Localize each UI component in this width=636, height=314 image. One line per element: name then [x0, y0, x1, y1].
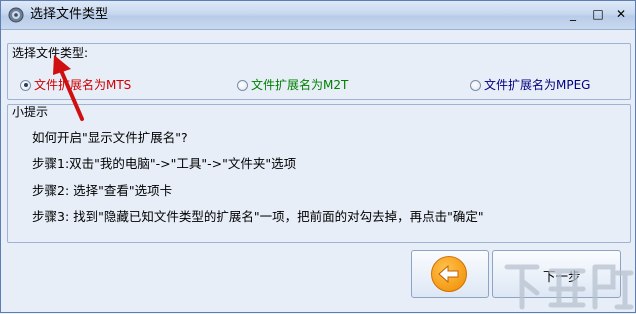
radio-mpeg[interactable]: 文件扩展名为MPEG	[470, 77, 590, 93]
tip-line-step3: 步骤3: 找到"隐藏已知文件类型的扩展名"一项，把前面的对勾去掉，再点击"确定"	[32, 209, 484, 224]
radio-mts-circle[interactable]	[20, 79, 31, 91]
watermark-logo	[504, 264, 634, 310]
radio-mts-label[interactable]: 文件扩展名为MTS	[34, 78, 131, 92]
radio-m2t-label[interactable]: 文件扩展名为M2T	[251, 78, 348, 92]
left-arrow-icon	[438, 264, 459, 284]
back-circle	[431, 256, 467, 292]
file-type-legend: 选择文件类型:	[11, 46, 90, 60]
radio-m2t-circle[interactable]	[237, 79, 248, 91]
radio-mpeg-circle[interactable]	[470, 79, 481, 91]
title-bar[interactable]: 选择文件类型 _ □ ✕	[1, 1, 635, 30]
radio-mts[interactable]: 文件扩展名为MTS	[20, 77, 131, 93]
tip-line-step2: 步骤2: 选择"查看"选项卡	[32, 183, 173, 198]
minimize-button[interactable]: _	[563, 6, 583, 24]
app-icon	[8, 7, 24, 23]
tip-line-step1: 步骤1:双击"我的电脑"->"工具"->"文件夹"选项	[32, 156, 297, 171]
dialog-window: 选择文件类型 _ □ ✕ 选择文件类型: 文件扩展名为MTS 文件扩展名为M2T…	[0, 0, 636, 313]
radio-m2t[interactable]: 文件扩展名为M2T	[237, 77, 348, 93]
radio-mpeg-label[interactable]: 文件扩展名为MPEG	[484, 78, 590, 92]
maximize-button[interactable]: □	[588, 6, 608, 24]
tip-line-question: 如何开启"显示文件扩展名"?	[32, 130, 188, 145]
window-title: 选择文件类型	[30, 7, 109, 22]
tips-legend: 小提示	[11, 105, 50, 119]
close-button[interactable]: ✕	[611, 6, 631, 24]
back-button[interactable]	[411, 250, 489, 298]
